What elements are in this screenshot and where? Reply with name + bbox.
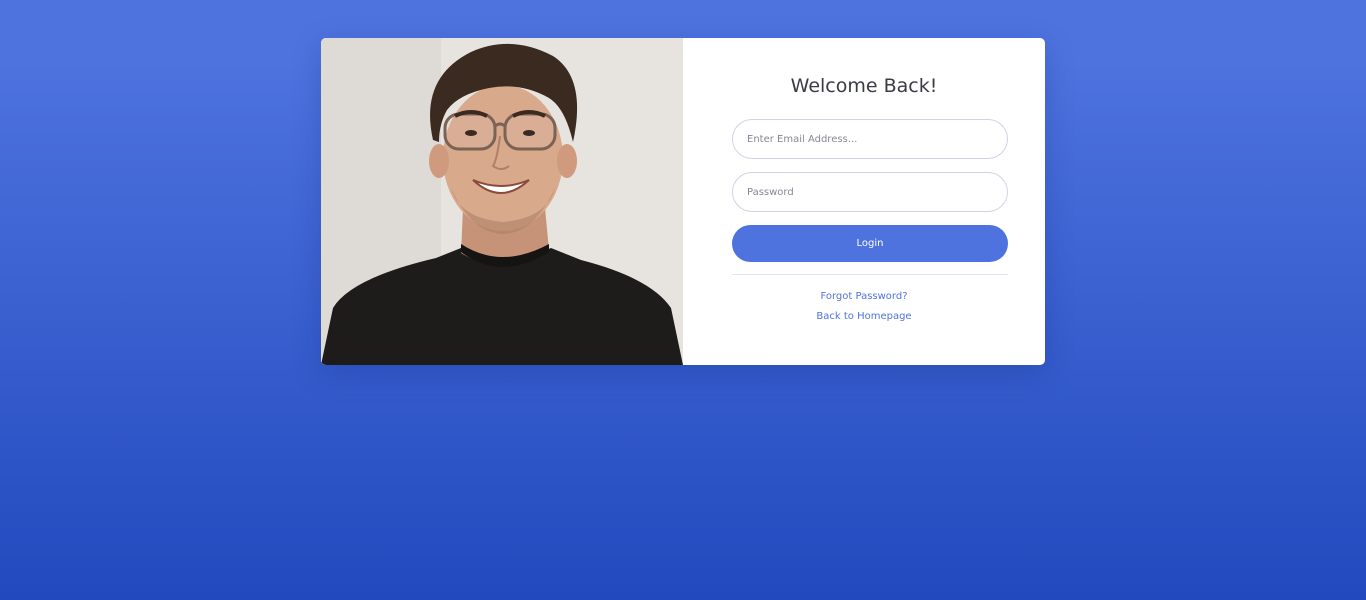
page-title: Welcome Back! [790,75,938,97]
email-field[interactable] [732,119,1008,159]
divider [732,274,1008,275]
forgot-password-link[interactable]: Forgot Password? [683,291,1045,302]
login-photo [321,38,683,365]
login-form: Welcome Back! Login Forgot Password? Bac… [683,38,1045,365]
password-field[interactable] [732,172,1008,212]
login-card: Welcome Back! Login Forgot Password? Bac… [321,38,1045,365]
login-button[interactable]: Login [732,225,1008,262]
portrait-illustration [321,38,683,365]
back-to-homepage-link[interactable]: Back to Homepage [683,311,1045,322]
